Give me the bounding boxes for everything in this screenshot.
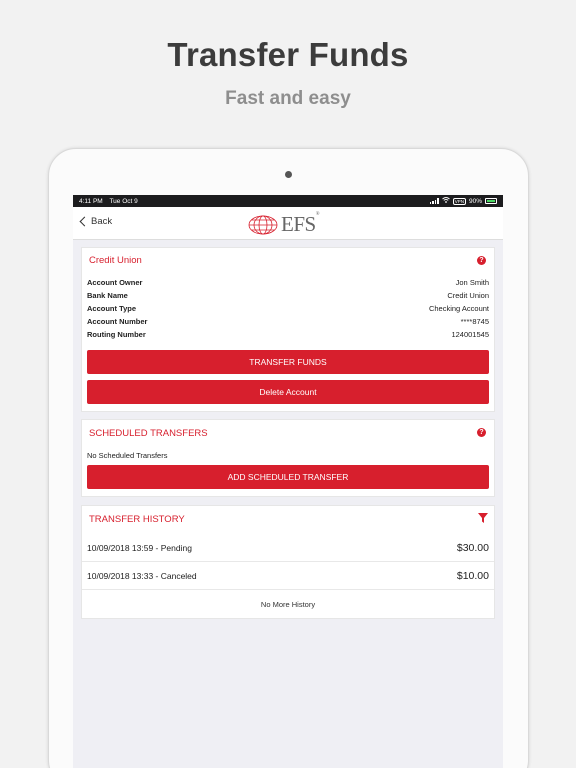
history-card-title: TRANSFER HISTORY — [89, 514, 185, 525]
detail-row: Routing Number 124001545 — [87, 330, 489, 342]
scheduled-card-title: SCHEDULED TRANSFERS — [89, 428, 208, 439]
promo-subline: Fast and easy — [225, 88, 351, 109]
detail-label: Account Type — [87, 304, 137, 313]
account-card: Credit Union ? Account Owner Jon Smith B… — [81, 247, 495, 412]
status-time: 4:11 PM — [79, 197, 103, 205]
globe-logo-icon — [248, 215, 278, 234]
account-card-title: Credit Union — [89, 255, 142, 266]
battery-icon — [485, 198, 497, 204]
transfer-history-card: TRANSFER HISTORY 10/09/2018 13:59 - Pend… — [81, 505, 495, 619]
logo-text: EFS — [281, 212, 316, 236]
detail-label: Bank Name — [87, 291, 128, 300]
no-scheduled-text: No Scheduled Transfers — [87, 451, 168, 460]
history-row[interactable]: 10/09/2018 13:59 - Pending $30.00 — [82, 534, 494, 562]
history-desc: 10/09/2018 13:33 - Canceled — [87, 570, 197, 581]
detail-label: Account Owner — [87, 278, 143, 287]
status-bar: 4:11 PM Tue Oct 9 VPN 90% — [73, 195, 503, 207]
detail-value: Jon Smith — [455, 278, 489, 287]
back-label: Back — [91, 216, 113, 227]
detail-row: Account Number ****8745 — [87, 317, 489, 329]
question-circle-icon[interactable]: ? — [477, 428, 486, 437]
history-amount: $10.00 — [456, 569, 489, 582]
chevron-left-icon — [79, 216, 90, 227]
detail-value: 124001545 — [451, 330, 489, 339]
add-scheduled-transfer-button[interactable]: ADD SCHEDULED TRANSFER — [87, 465, 489, 489]
nav-bar: Back EFS® — [73, 207, 503, 240]
promo-headline: Transfer Funds — [167, 36, 409, 73]
no-more-history: No More History — [260, 600, 316, 609]
status-date: Tue Oct 9 — [109, 197, 138, 205]
back-button[interactable]: Back — [79, 216, 112, 227]
detail-row: Bank Name Credit Union — [87, 291, 489, 303]
battery-percent: 90% — [468, 197, 482, 205]
detail-row: Account Owner Jon Smith — [87, 278, 489, 290]
detail-value: Checking Account — [428, 304, 489, 313]
camera-dot — [285, 171, 292, 178]
detail-label: Account Number — [87, 317, 148, 326]
app-screen: 4:11 PM Tue Oct 9 VPN 90% Back EFS® Cred… — [73, 195, 503, 768]
detail-row: Account Type Checking Account — [87, 304, 489, 316]
efs-logo: EFS® — [248, 212, 320, 237]
history-row[interactable]: 10/09/2018 13:33 - Canceled $10.00 — [82, 562, 494, 590]
delete-account-button[interactable]: Delete Account — [87, 380, 489, 404]
filter-icon[interactable] — [478, 513, 488, 523]
signal-icon — [429, 198, 439, 204]
scheduled-transfers-card: SCHEDULED TRANSFERS ? No Scheduled Trans… — [81, 419, 495, 497]
detail-label: Routing Number — [87, 330, 146, 339]
detail-value: ****8745 — [460, 317, 489, 326]
detail-value: Credit Union — [447, 291, 489, 300]
wifi-icon — [441, 197, 450, 205]
history-amount: $30.00 — [456, 541, 489, 554]
history-desc: 10/09/2018 13:59 - Pending — [87, 542, 192, 553]
vpn-badge: VPN — [452, 197, 466, 205]
question-circle-icon[interactable]: ? — [477, 256, 486, 265]
transfer-funds-button[interactable]: TRANSFER FUNDS — [87, 350, 489, 374]
